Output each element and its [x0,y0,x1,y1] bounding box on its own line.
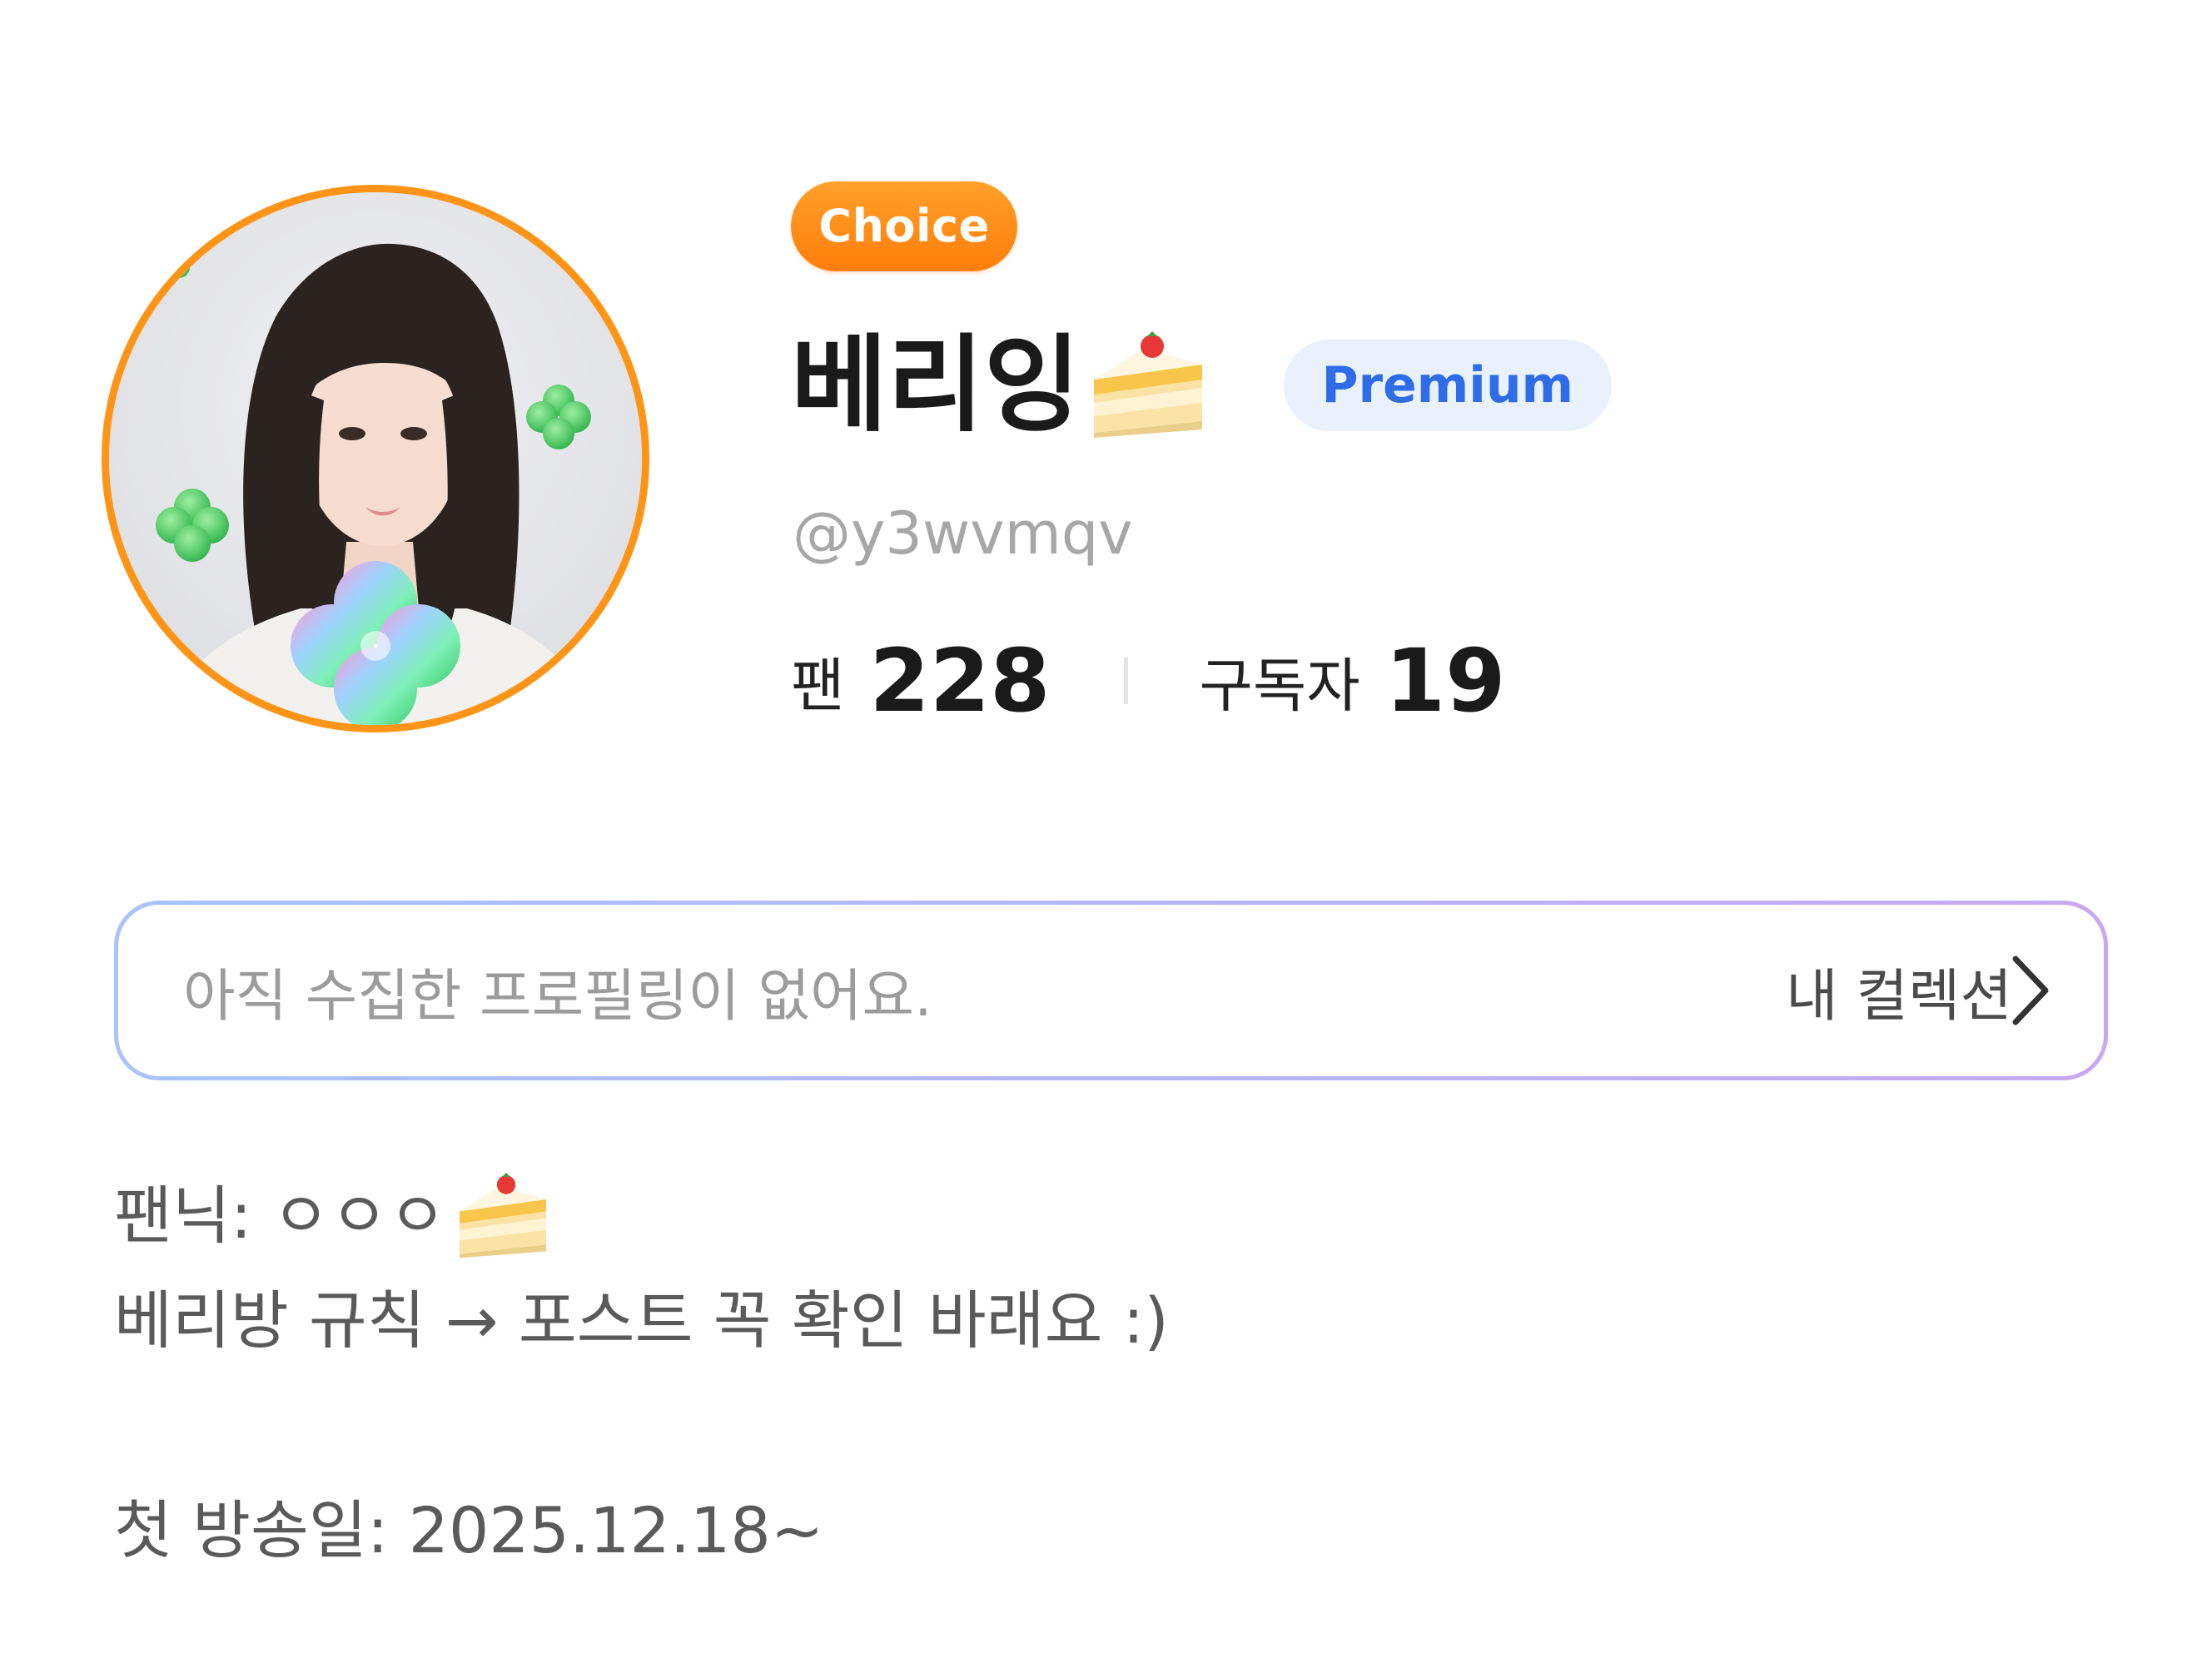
avatar-image [109,192,642,725]
fans-label[interactable]: 팬 [791,639,844,723]
stats-row: 팬 228 구독자 19 [791,630,1506,732]
cake-icon [460,1173,547,1258]
user-handle: @y3wvmqv [793,499,1133,568]
collection-bar[interactable]: 아직 수집한 프로필링이 없어요. 내 컬렉션 [114,901,2108,1080]
subscribers-count[interactable]: 19 [1385,630,1506,732]
bio-rules: 베리방 규칙 → 포스트 꼭 확인 바래요 :) [114,1283,1169,1358]
name-row: 베리잉 Premium [791,323,1612,448]
subscribers-label[interactable]: 구독자 [1200,639,1360,723]
collection-empty-text: 아직 수집한 프로필링이 없어요. [183,963,932,1030]
my-collection-link[interactable]: 내 컬렉션 [1786,950,2012,1032]
premium-badge: Premium [1283,340,1612,431]
profile-avatar[interactable] [102,185,649,732]
collection-bar-inner[interactable]: 아직 수집한 프로필링이 없어요. 내 컬렉션 [118,905,2104,1076]
profile-bio: 팬닉: ㅇㅇㅇ 베리방 규칙 → 포스트 꼭 확인 바래요 :) 첫 방송일: … [114,1164,1169,1583]
bio-line: 팬닉: ㅇㅇㅇ [114,1164,1169,1268]
display-name: 베리잉 [791,324,1081,446]
bio-line: 첫 방송일: 2025.12.18~ [114,1478,1169,1583]
chevron-right-icon[interactable] [2009,954,2052,1027]
bio-first-broadcast: 첫 방송일: 2025.12.18~ [114,1493,824,1567]
bio-line: 베리방 규칙 → 포스트 꼭 확인 바래요 :) [114,1268,1169,1373]
fans-count[interactable]: 228 [869,630,1050,732]
bio-fan-nickname: 팬닉: ㅇㅇㅇ [114,1179,447,1253]
choice-badge: Choice [791,181,1017,271]
bio-spacer [114,1373,1169,1478]
cake-icon [1093,331,1202,438]
stats-divider [1123,658,1128,704]
